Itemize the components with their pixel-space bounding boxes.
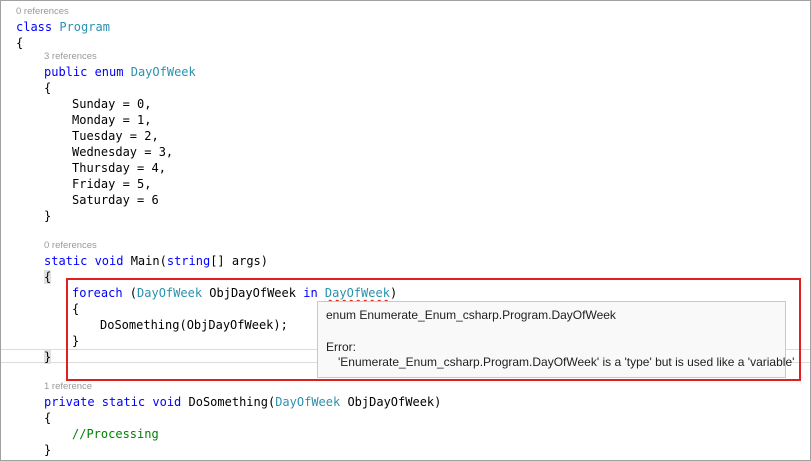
code-line-enum-close-brace: }: [44, 209, 52, 223]
code-lens-dosomething-references[interactable]: 1 reference: [44, 381, 92, 393]
code-lens-enum-references[interactable]: 3 references: [44, 51, 97, 63]
tooltip-signature: enum Enumerate_Enum_csharp.Program.DayOf…: [326, 308, 616, 322]
code-line-main-signature: static void Main(string[] args): [44, 253, 268, 269]
dosomething-param-type: DayOfWeek: [275, 395, 341, 409]
code-line-dosomething-close-brace: }: [44, 443, 52, 457]
main-name: Main(: [123, 254, 167, 268]
code-lens-main-references[interactable]: 0 references: [44, 240, 97, 252]
code-editor[interactable]: 0 references class Program { 3 reference…: [0, 0, 811, 461]
enum-member: Monday = 1,: [72, 113, 152, 127]
code-lens-class-references[interactable]: 0 references: [16, 6, 69, 18]
main-modifiers: static void: [44, 254, 124, 268]
enum-member: Tuesday = 2,: [72, 129, 159, 143]
class-name: Program: [59, 20, 110, 34]
dosomething-param: ObjDayOfWeek): [340, 395, 442, 409]
code-line-class-open-brace: {: [16, 36, 24, 50]
enum-member: Thursday = 4,: [72, 161, 166, 175]
code-line-dosomething-signature: private static void DoSomething(DayOfWee…: [44, 394, 441, 410]
tooltip-error-label: Error:: [326, 340, 356, 354]
string-keyword: string: [166, 254, 211, 268]
brace-match-highlight: {: [44, 270, 52, 284]
code-line-main-close-brace: }: [44, 349, 52, 365]
enum-modifiers: public enum: [44, 65, 124, 79]
tooltip-error-message: 'Enumerate_Enum_csharp.Program.DayOfWeek…: [338, 355, 795, 369]
enum-member: Wednesday = 3,: [72, 145, 174, 159]
code-line-enum-declaration: public enum DayOfWeek: [44, 64, 196, 80]
class-keyword: class: [16, 20, 53, 34]
enum-member: Sunday = 0,: [72, 97, 152, 111]
code-line-dosomething-open-brace: {: [44, 411, 52, 425]
code-line-class-declaration: class Program: [16, 19, 110, 35]
main-params: [] args): [210, 254, 268, 268]
quick-info-tooltip: enum Enumerate_Enum_csharp.Program.DayOf…: [317, 301, 794, 378]
enum-member: Saturday = 6: [72, 193, 159, 207]
code-line-main-open-brace: {: [44, 269, 52, 285]
dosomething-modifiers: private static void: [44, 395, 182, 409]
brace-match-highlight: }: [44, 350, 52, 364]
code-comment: //Processing: [72, 427, 159, 441]
code-line-enum-open-brace: {: [44, 81, 52, 95]
enum-member: Friday = 5,: [72, 177, 152, 191]
enum-name: DayOfWeek: [130, 65, 196, 79]
dosomething-name: DoSomething(: [181, 395, 276, 409]
